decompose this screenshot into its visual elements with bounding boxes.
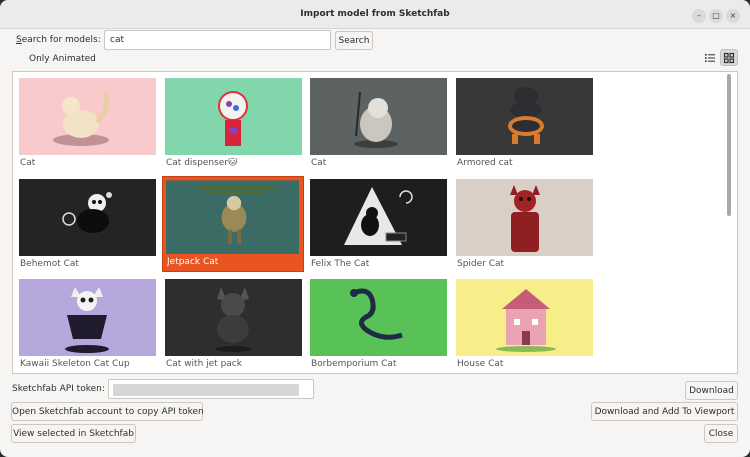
model-name: Cat with jet pack [166, 359, 242, 369]
model-tile[interactable]: Cat [310, 78, 449, 173]
model-thumbnail[interactable] [456, 179, 593, 256]
api-token-label: Sketchfab API token: [12, 384, 105, 394]
search-label: Search for models: [16, 35, 101, 45]
model-tile[interactable]: Felix The Cat [310, 179, 449, 274]
model-tile[interactable]: Cat [19, 78, 158, 173]
model-thumbnail[interactable] [310, 78, 447, 155]
download-button[interactable]: Download [685, 381, 738, 400]
list-view-icon [705, 54, 715, 62]
model-thumbnail[interactable] [310, 179, 447, 256]
window-title: Import model from Sketchfab [300, 9, 450, 19]
search-button[interactable]: Search [335, 31, 373, 50]
model-name: Cat [311, 158, 327, 168]
only-animated-label: Only Animated [29, 54, 96, 64]
close-button[interactable]: Close [704, 424, 738, 443]
open-sketchfab-account-button[interactable]: Open Sketchfab account to copy API token [11, 402, 204, 421]
model-thumbnail[interactable] [165, 78, 302, 155]
grid-view-icon [723, 52, 735, 64]
api-token-mask [113, 384, 299, 396]
list-view-button[interactable] [701, 49, 719, 66]
only-animated-checkbox[interactable] [16, 55, 25, 64]
api-token-input[interactable] [108, 379, 314, 399]
grid-view-button[interactable] [720, 49, 738, 66]
model-thumbnail[interactable] [19, 78, 156, 155]
model-name: Behemot Cat [20, 259, 79, 269]
import-dialog: Import model from Sketchfab – □ × Search… [0, 0, 750, 457]
model-thumbnail[interactable] [165, 279, 302, 356]
view-selected-button[interactable]: View selected in Sketchfab [11, 424, 136, 443]
model-name: Kawaii Skeleton Cat Cup [20, 359, 130, 369]
model-tile[interactable]: Borbemporium Cat [310, 279, 449, 373]
model-name: Jetpack Cat [167, 257, 219, 267]
model-thumbnail[interactable] [166, 180, 299, 254]
search-input[interactable] [104, 30, 331, 50]
download-add-viewport-button[interactable]: Download and Add To Viewport [591, 402, 738, 421]
model-name: Cat dispenser🐱 [166, 158, 238, 168]
minimize-button[interactable]: – [692, 9, 706, 23]
model-thumbnail[interactable] [19, 179, 156, 256]
model-grid[interactable]: Cat Cat dispenser🐱 Cat Armored cat Behem… [12, 71, 738, 374]
search-label-text: earch for models: [21, 35, 101, 45]
model-thumbnail[interactable] [456, 78, 593, 155]
maximize-button[interactable]: □ [709, 9, 723, 23]
model-name: Armored cat [457, 158, 513, 168]
model-tile[interactable]: Cat dispenser🐱 [165, 78, 304, 173]
model-tile[interactable]: Cat with jet pack [165, 279, 304, 373]
model-thumbnail[interactable] [310, 279, 447, 356]
grid-scrollbar[interactable] [727, 74, 731, 216]
model-thumbnail[interactable] [19, 279, 156, 356]
model-name: House Cat [457, 359, 504, 369]
model-name: Cat [20, 158, 36, 168]
model-tile-selected[interactable]: Jetpack Cat [162, 176, 304, 272]
model-name: Borbemporium Cat [311, 359, 397, 369]
close-window-button[interactable]: × [726, 9, 740, 23]
model-tile[interactable]: Behemot Cat [19, 179, 158, 274]
model-tile[interactable]: Armored cat [456, 78, 595, 173]
model-tile[interactable]: House Cat [456, 279, 595, 373]
model-name: Spider Cat [457, 259, 505, 269]
model-tile[interactable]: Kawaii Skeleton Cat Cup [19, 279, 158, 373]
model-thumbnail[interactable] [456, 279, 593, 356]
title-bar: Import model from Sketchfab – □ × [0, 0, 750, 29]
model-name: Felix The Cat [311, 259, 370, 269]
model-tile[interactable]: Spider Cat [456, 179, 595, 274]
